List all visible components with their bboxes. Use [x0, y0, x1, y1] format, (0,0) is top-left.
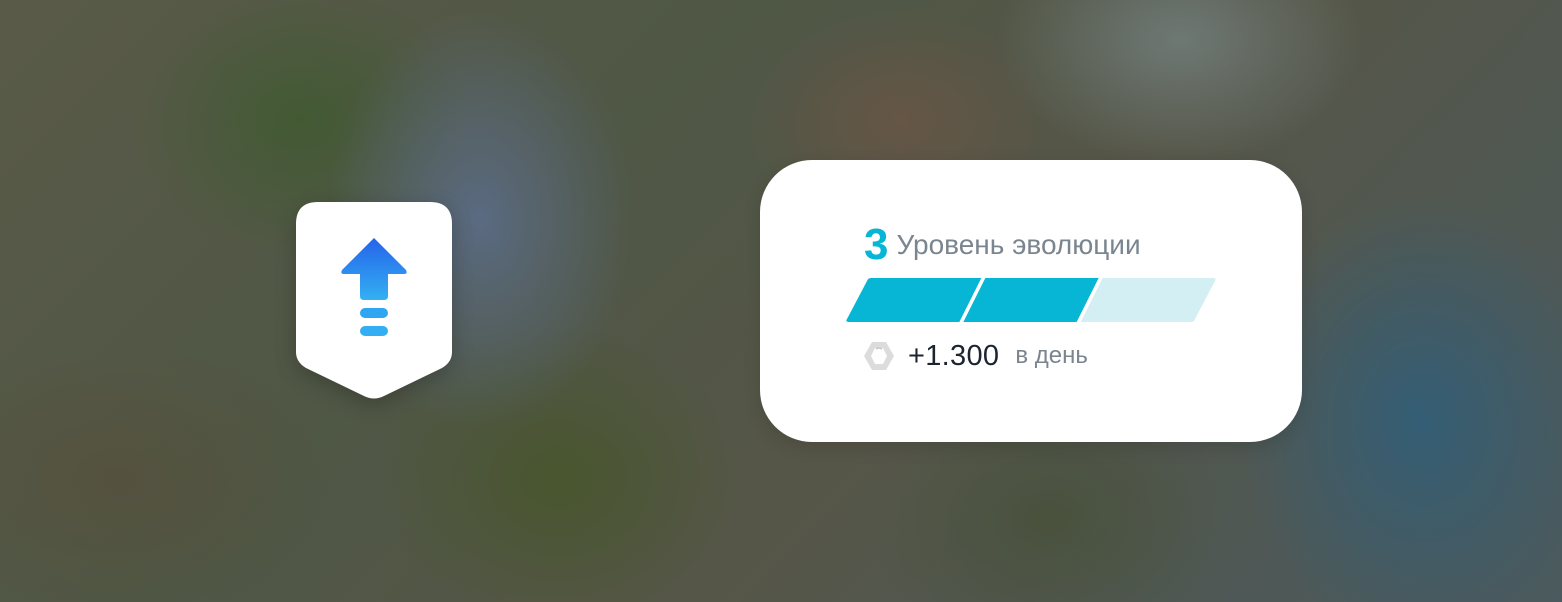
progress-segment-empty	[1080, 278, 1216, 322]
upgrade-badge[interactable]	[296, 202, 452, 400]
upgrade-badge-shape	[296, 202, 452, 399]
evolution-progress-bar	[846, 278, 1216, 322]
income-row: +1.300 в день	[862, 334, 1088, 378]
blurred-background: 3 Уровень эволюции +1.300 в день	[0, 0, 1562, 602]
coin-icon	[862, 339, 896, 373]
evolution-card[interactable]: 3 Уровень эволюции +1.300 в день	[760, 160, 1302, 442]
evolution-level-number: 3	[864, 220, 889, 269]
income-unit: в день	[1015, 342, 1088, 369]
income-value: +1.300	[908, 339, 1000, 372]
evolution-header: 3 Уровень эволюции	[864, 218, 1141, 272]
evolution-title: Уровень эволюции	[896, 229, 1141, 260]
progress-segment-filled	[963, 278, 1099, 322]
progress-segment-filled	[846, 278, 982, 322]
